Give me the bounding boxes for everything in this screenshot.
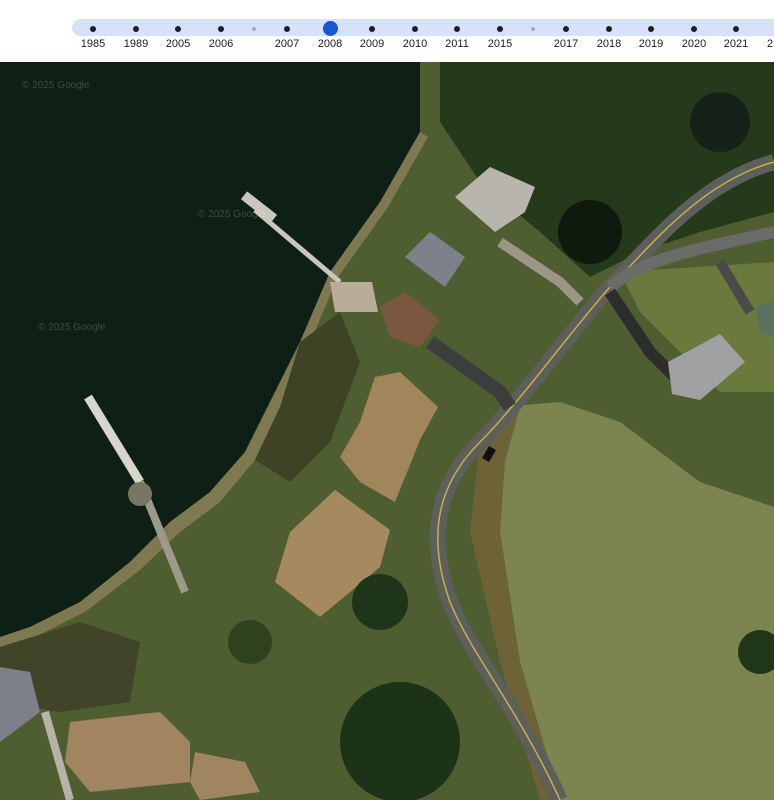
map-attribution: © 2025 Google	[38, 322, 106, 333]
timeline-dot-2009[interactable]	[369, 26, 375, 32]
year-label[interactable]: 2018	[597, 38, 621, 50]
timeline-dot-2010[interactable]	[412, 26, 418, 32]
year-label[interactable]: 2005	[166, 38, 190, 50]
satellite-map[interactable]: © 2025 Google © 2025 Google © 2025 Googl…	[0, 62, 774, 800]
year-label[interactable]: 2019	[639, 38, 663, 50]
timeline-dot-2015[interactable]	[497, 26, 503, 32]
year-label-cutoff[interactable]: 2	[767, 38, 773, 50]
timeline-dot-2020[interactable]	[691, 26, 697, 32]
year-label-selected[interactable]: 2008	[318, 38, 342, 50]
year-label[interactable]: 1989	[124, 38, 148, 50]
pond	[690, 92, 750, 152]
timeline-dot-1989[interactable]	[133, 26, 139, 32]
timeline-dot-2021[interactable]	[733, 26, 739, 32]
timeline-dot-2018[interactable]	[606, 26, 612, 32]
map-attribution: © 2025 Google	[22, 80, 90, 91]
timeline-dot-2005[interactable]	[175, 26, 181, 32]
timeline-bar: 1985 1989 2005 2006 2007 2008 2009 2010 …	[0, 0, 774, 62]
deck	[330, 282, 378, 312]
timeline-dot-2007[interactable]	[284, 26, 290, 32]
timeline-dot-2011[interactable]	[454, 26, 460, 32]
year-label[interactable]: 2015	[488, 38, 512, 50]
year-label[interactable]: 2011	[445, 38, 469, 50]
year-label[interactable]: 2010	[403, 38, 427, 50]
year-label[interactable]: 2007	[275, 38, 299, 50]
year-label[interactable]: 2020	[682, 38, 706, 50]
gazebo	[128, 482, 152, 506]
timeline-dot-1985[interactable]	[90, 26, 96, 32]
year-label[interactable]: 2017	[554, 38, 578, 50]
timeline-dot-2019[interactable]	[648, 26, 654, 32]
tree-cluster	[228, 620, 272, 664]
year-label[interactable]: 2006	[209, 38, 233, 50]
year-label[interactable]: 2021	[724, 38, 748, 50]
map-attribution: © 2025 Google	[198, 209, 266, 220]
timeline-dot-2008-selected[interactable]	[322, 21, 338, 36]
year-label[interactable]: 1985	[81, 38, 105, 50]
timeline-gap-dot	[252, 27, 256, 31]
timeline-dot-2017[interactable]	[563, 26, 569, 32]
pond	[558, 200, 622, 264]
condo-building	[65, 712, 190, 792]
tree-cluster	[340, 682, 460, 800]
timeline-dot-2006[interactable]	[218, 26, 224, 32]
year-label[interactable]: 2009	[360, 38, 384, 50]
timeline-gap-dot	[531, 27, 535, 31]
tree-cluster	[352, 574, 408, 630]
